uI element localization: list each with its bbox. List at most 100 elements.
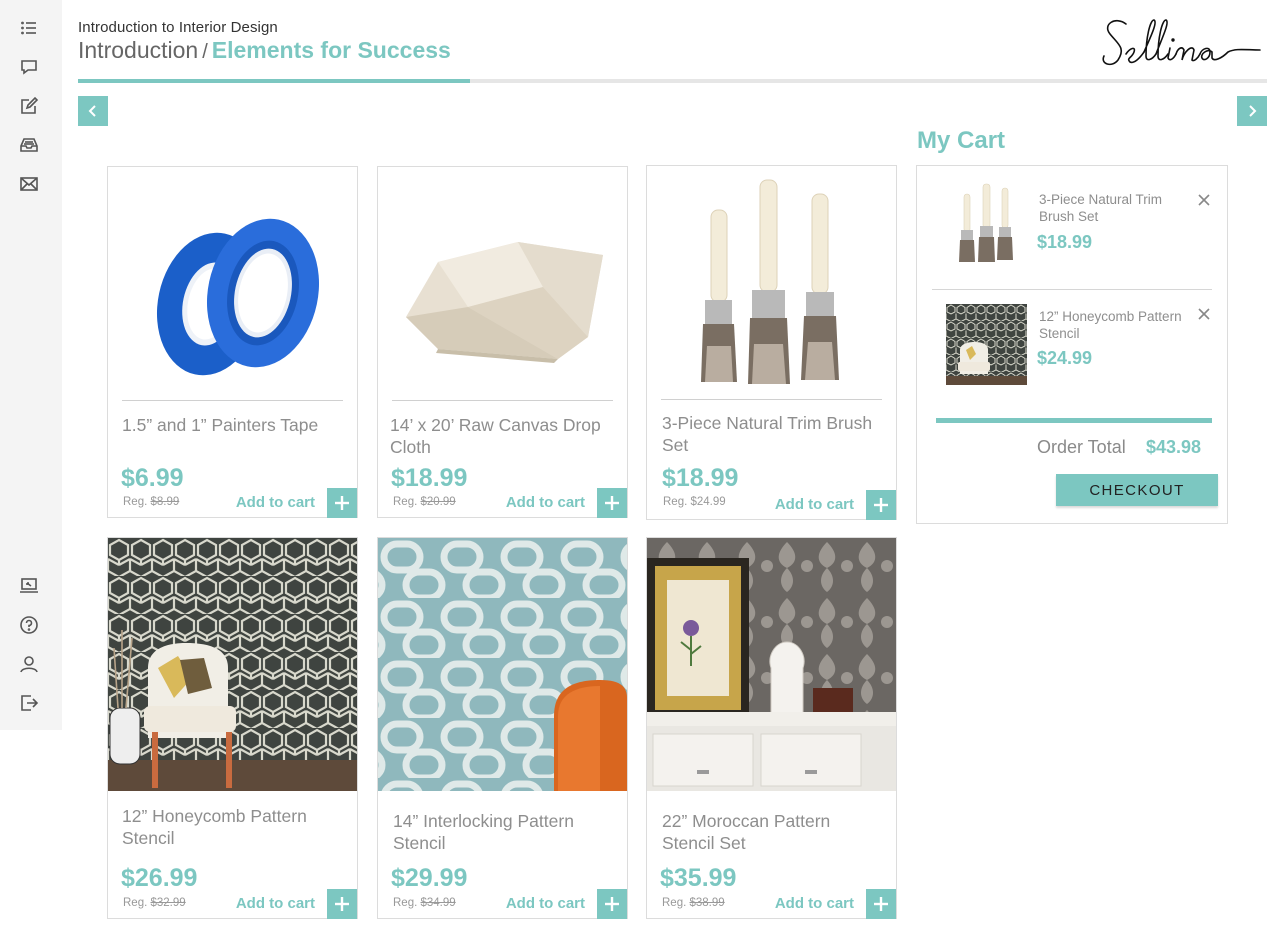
previous-page-button[interactable] <box>78 96 108 126</box>
regular-price: Reg. $24.99 <box>663 496 726 508</box>
add-to-cart-button[interactable] <box>597 889 627 919</box>
cart-item: 3-Piece Natural Trim Brush Set $18.99 <box>917 180 1227 290</box>
cart-item-thumbnail <box>946 304 1027 385</box>
regular-price-prefix: Reg. <box>123 897 148 909</box>
product-name: 14” Interlocking Pattern Stencil <box>393 811 574 853</box>
product-card: 1.5” and 1” Painters Tape $6.99 Reg. $8.… <box>107 166 358 518</box>
order-total-label: Order Total <box>1037 437 1126 457</box>
cart-item-name: 12” Honeycomb Pattern Stencil <box>1039 309 1182 341</box>
user-icon[interactable] <box>16 651 42 677</box>
logout-icon[interactable] <box>16 690 42 716</box>
product-name: 22” Moroccan Pattern Stencil Set <box>662 811 831 853</box>
regular-price: Reg. $38.99 <box>662 897 725 909</box>
regular-price-prefix: Reg. <box>393 897 418 909</box>
product-price: $26.99 <box>121 864 198 892</box>
mail-icon[interactable] <box>16 171 42 197</box>
regular-price-prefix: Reg. <box>663 496 688 508</box>
add-to-cart-link[interactable]: Add to cart <box>236 494 315 511</box>
product-name: 14’ x 20’ Raw Canvas Drop Cloth <box>390 415 601 457</box>
plus-icon <box>874 897 888 911</box>
chat-icon[interactable] <box>16 54 42 80</box>
course-title: Introduction to Interior Design <box>78 19 278 36</box>
cart-item-price: $18.99 <box>1037 232 1093 252</box>
add-to-cart-button[interactable] <box>866 889 896 919</box>
regular-price-value: $20.99 <box>420 496 456 508</box>
add-to-cart-button[interactable] <box>327 488 357 518</box>
product-card: 14” Interlocking Pattern Stencil $29.99 … <box>377 537 628 919</box>
brand-logo <box>1096 8 1266 74</box>
regular-price: Reg. $8.99 <box>123 496 179 508</box>
cart-item-thumbnail <box>946 182 1027 263</box>
breadcrumb-separator: / <box>202 41 208 63</box>
checkout-button[interactable]: CHECKOUT <box>1056 474 1218 506</box>
product-image-moroccan-stencil <box>647 538 896 791</box>
add-to-cart-button[interactable] <box>597 488 627 518</box>
plus-icon <box>605 897 619 911</box>
regular-price-value: $34.99 <box>420 897 456 909</box>
help-icon[interactable] <box>16 612 42 638</box>
add-to-cart-button[interactable] <box>866 490 896 520</box>
regular-price: Reg. $32.99 <box>123 897 186 909</box>
product-card: 12” Honeycomb Pattern Stencil $26.99 Reg… <box>107 537 358 919</box>
regular-price-prefix: Reg. <box>123 496 148 508</box>
card-divider <box>392 400 613 401</box>
breadcrumb-current: Elements for Success <box>211 37 451 63</box>
card-divider <box>122 400 343 401</box>
add-to-cart-link[interactable]: Add to cart <box>236 895 315 912</box>
remove-item-button[interactable] <box>1197 307 1213 323</box>
order-total-value: $43.98 <box>1146 437 1202 457</box>
cart-divider <box>932 289 1212 290</box>
breadcrumb: Introduction / Elements for Success <box>78 37 451 64</box>
regular-price-value: $24.99 <box>690 496 726 508</box>
regular-price-prefix: Reg. <box>662 897 687 909</box>
sidebar <box>0 0 62 730</box>
cart-title: My Cart <box>917 127 1006 154</box>
product-image-drop-cloth <box>378 167 627 397</box>
close-icon <box>1198 194 1210 206</box>
next-page-button[interactable] <box>1237 96 1267 126</box>
product-price: $18.99 <box>391 464 468 492</box>
edit-icon[interactable] <box>16 93 42 119</box>
product-image-painters-tape <box>108 167 357 397</box>
product-image-brush-set <box>647 166 896 396</box>
regular-price-value: $38.99 <box>689 897 725 909</box>
inbox-icon[interactable] <box>16 132 42 158</box>
regular-price-value: $32.99 <box>150 897 186 909</box>
product-price: $18.99 <box>662 464 739 492</box>
regular-price-value: $8.99 <box>150 496 180 508</box>
plus-icon <box>335 897 349 911</box>
regular-price-prefix: Reg. <box>393 496 418 508</box>
chevron-right-icon <box>1249 105 1257 117</box>
product-name: 3-Piece Natural Trim Brush Set <box>662 413 873 455</box>
cart-panel: 3-Piece Natural Trim Brush Set $18.99 12… <box>916 165 1228 524</box>
list-icon[interactable] <box>16 15 42 41</box>
plus-icon <box>335 496 349 510</box>
product-card: 3-Piece Natural Trim Brush Set $18.99 Re… <box>646 165 897 520</box>
cart-total-divider <box>936 418 1212 423</box>
plus-icon <box>874 498 888 512</box>
product-price: $6.99 <box>121 464 184 492</box>
add-to-cart-link[interactable]: Add to cart <box>506 895 585 912</box>
add-to-cart-link[interactable]: Add to cart <box>506 494 585 511</box>
card-divider <box>661 399 882 400</box>
cart-item-name: 3-Piece Natural Trim Brush Set <box>1039 192 1163 224</box>
product-image-honeycomb-stencil <box>108 538 357 791</box>
product-card: 14’ x 20’ Raw Canvas Drop Cloth $18.99 R… <box>377 166 628 518</box>
plus-icon <box>605 496 619 510</box>
breadcrumb-parent[interactable]: Introduction <box>78 37 198 63</box>
progress-bar <box>78 79 1267 83</box>
product-price: $29.99 <box>391 864 468 892</box>
progress-fill <box>78 79 471 83</box>
product-name: 1.5” and 1” Painters Tape <box>122 415 319 435</box>
chevron-left-icon <box>88 105 96 117</box>
add-to-cart-button[interactable] <box>327 889 357 919</box>
cart-item-price: $24.99 <box>1037 348 1093 368</box>
monitor-icon[interactable] <box>16 573 42 599</box>
regular-price: Reg. $34.99 <box>393 897 456 909</box>
product-image-interlocking-stencil <box>378 538 627 791</box>
product-name: 12” Honeycomb Pattern Stencil <box>122 806 307 848</box>
add-to-cart-link[interactable]: Add to cart <box>775 496 854 513</box>
cart-item: 12” Honeycomb Pattern Stencil $24.99 <box>917 304 1227 414</box>
remove-item-button[interactable] <box>1197 193 1213 209</box>
add-to-cart-link[interactable]: Add to cart <box>775 895 854 912</box>
